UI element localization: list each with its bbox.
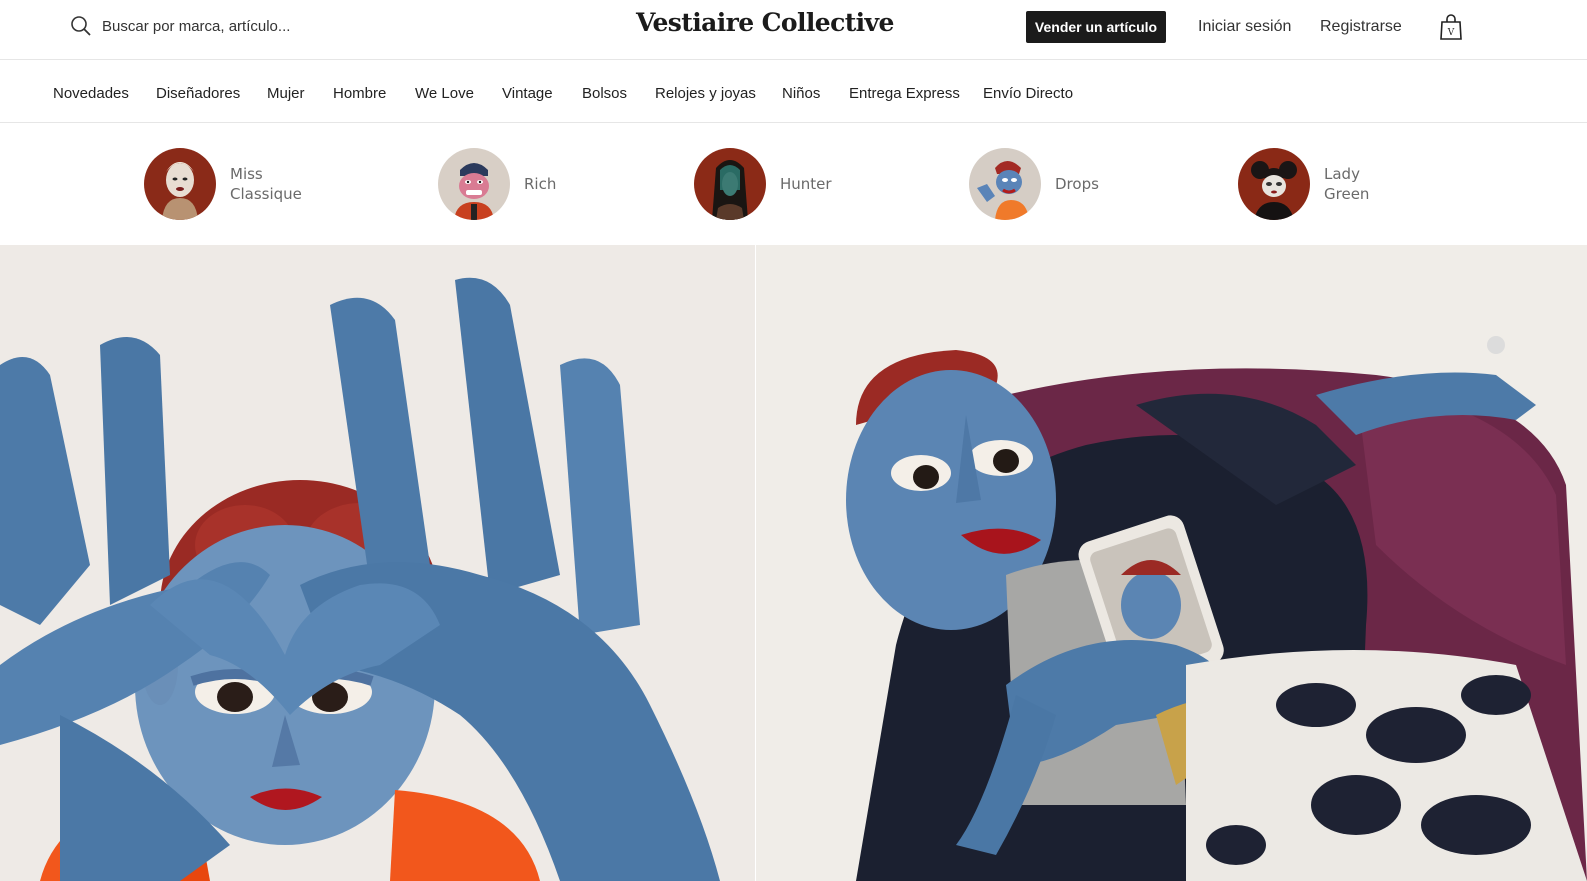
register-link[interactable]: Registrarse bbox=[1320, 18, 1402, 36]
avatar[interactable] bbox=[1238, 148, 1310, 220]
login-link[interactable]: Iniciar sesión bbox=[1198, 18, 1291, 36]
main-navigation: Novedades Diseñadores Mujer Hombre We Lo… bbox=[0, 61, 1587, 123]
nav-item-bolsos[interactable]: Bolsos bbox=[582, 85, 627, 102]
hero-banner bbox=[0, 245, 1587, 881]
shopping-bag-icon[interactable]: V bbox=[1439, 13, 1463, 41]
story-label[interactable]: Drops bbox=[1055, 174, 1099, 194]
nav-item-relojes-joyas[interactable]: Relojes y joyas bbox=[655, 85, 756, 102]
stories-row: Miss Classique Rich Hunter Drops Lady Gr… bbox=[0, 123, 1587, 245]
nav-item-hombre[interactable]: Hombre bbox=[333, 85, 386, 102]
svg-text:V: V bbox=[1447, 28, 1455, 38]
search-bar[interactable] bbox=[70, 12, 490, 40]
nav-item-we-love[interactable]: We Love bbox=[415, 85, 474, 102]
avatar[interactable] bbox=[438, 148, 510, 220]
story-label[interactable]: Lady Green bbox=[1324, 164, 1369, 204]
search-icon[interactable] bbox=[70, 15, 92, 37]
site-logo[interactable]: Vestiaire Collective bbox=[636, 8, 894, 37]
story-hunter[interactable]: Hunter bbox=[694, 148, 832, 220]
avatar[interactable] bbox=[694, 148, 766, 220]
nav-item-entrega-express[interactable]: Entrega Express bbox=[849, 85, 960, 102]
story-label[interactable]: Hunter bbox=[780, 174, 832, 194]
nav-item-ninos[interactable]: Niños bbox=[782, 85, 820, 102]
hero-image-puppet-chair[interactable] bbox=[756, 245, 1587, 881]
story-miss-classique[interactable]: Miss Classique bbox=[144, 148, 302, 220]
nav-item-vintage[interactable]: Vintage bbox=[502, 85, 553, 102]
avatar[interactable] bbox=[144, 148, 216, 220]
nav-item-envio-directo[interactable]: Envío Directo bbox=[983, 85, 1073, 102]
nav-item-novedades[interactable]: Novedades bbox=[53, 85, 129, 102]
search-input[interactable] bbox=[102, 17, 462, 35]
hero-image-heart-hands[interactable] bbox=[0, 245, 755, 881]
story-label[interactable]: Miss Classique bbox=[230, 164, 302, 204]
story-lady-green[interactable]: Lady Green bbox=[1238, 148, 1369, 220]
nav-item-mujer[interactable]: Mujer bbox=[267, 85, 305, 102]
story-label[interactable]: Rich bbox=[524, 174, 556, 194]
nav-item-disenadores[interactable]: Diseñadores bbox=[156, 85, 240, 102]
sell-item-button[interactable]: Vender un artículo bbox=[1026, 11, 1166, 43]
site-header: Vestiaire Collective Vender un artículo … bbox=[0, 0, 1587, 60]
story-drops[interactable]: Drops bbox=[969, 148, 1099, 220]
story-rich[interactable]: Rich bbox=[438, 148, 556, 220]
avatar[interactable] bbox=[969, 148, 1041, 220]
